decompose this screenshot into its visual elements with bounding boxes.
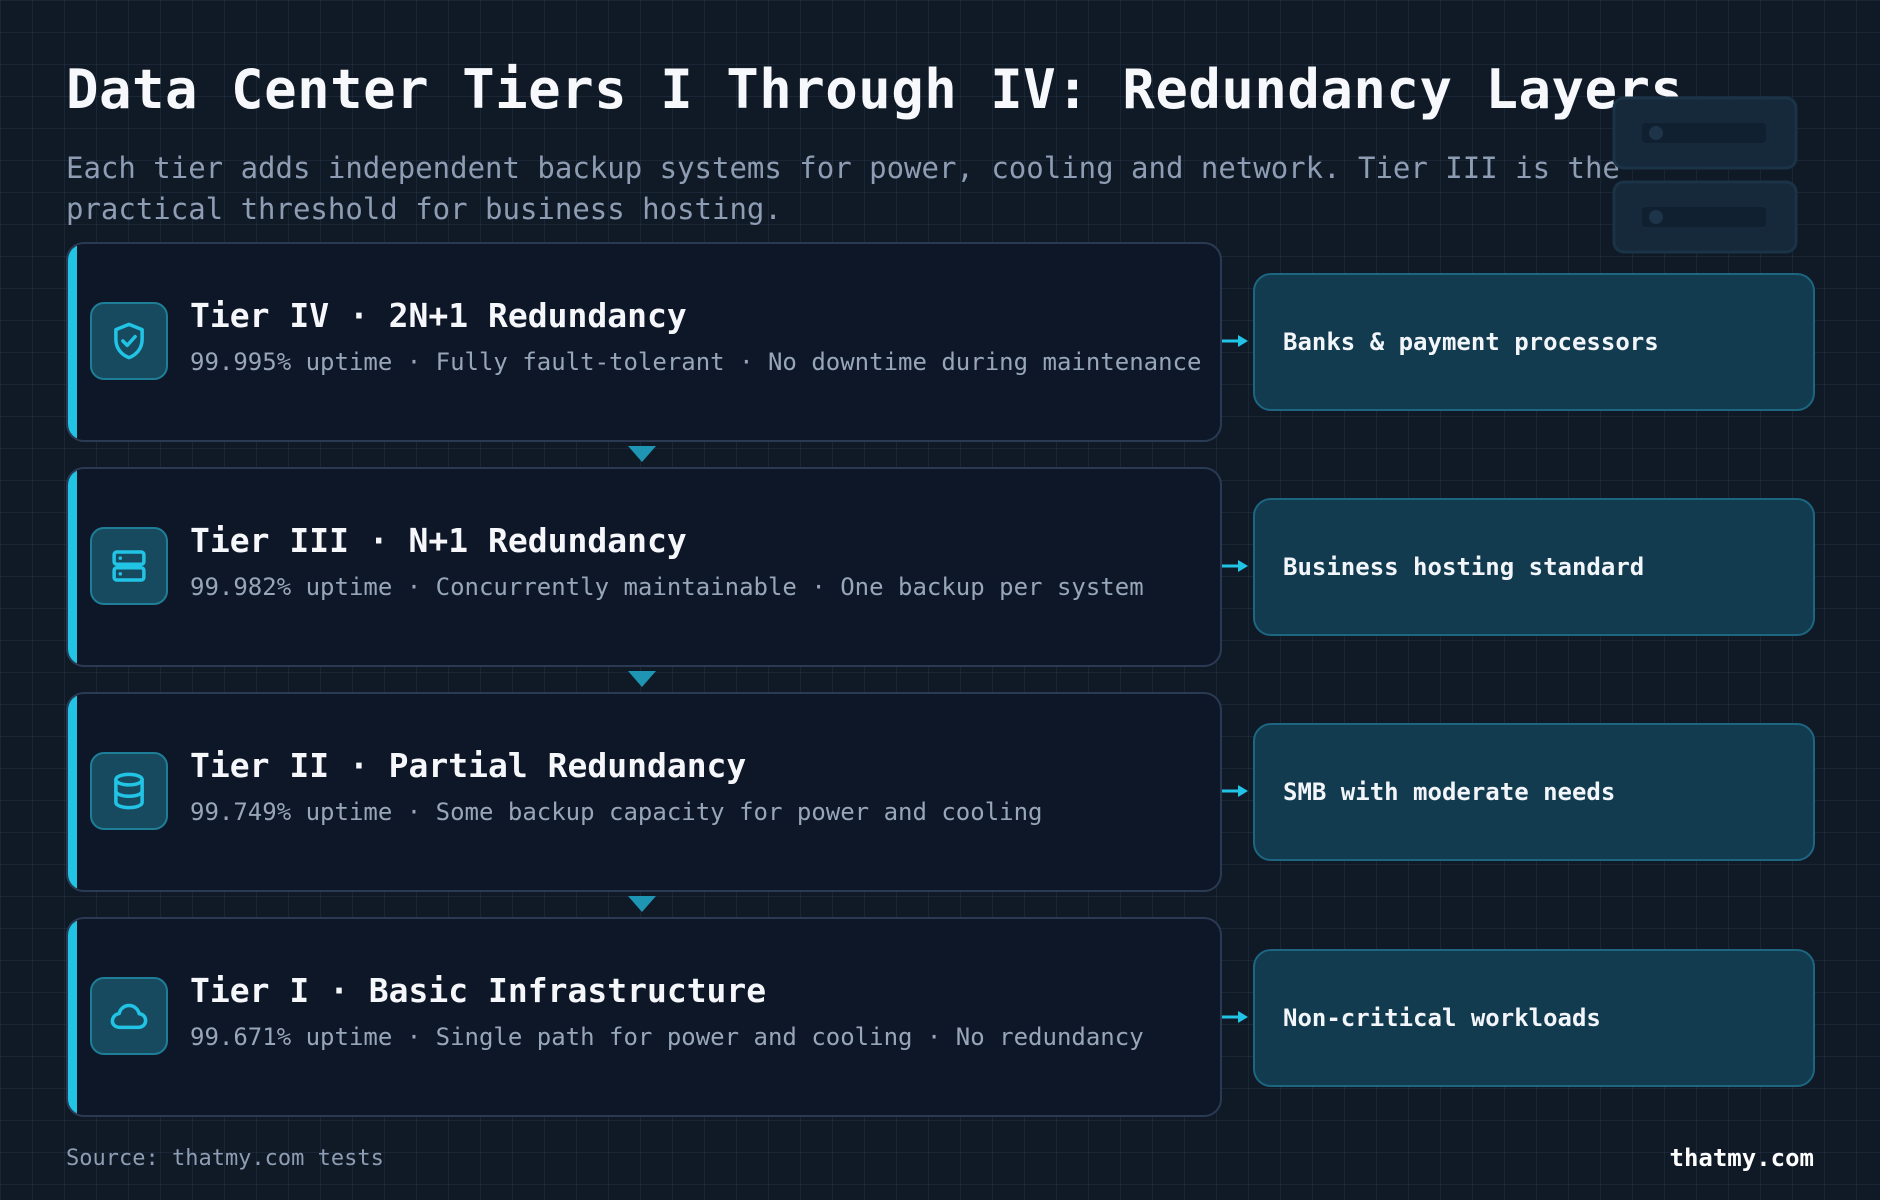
cloud-icon [90,977,168,1055]
arrow-right-icon [1222,560,1248,572]
use-case-card-tier-iii: Business hosting standard [1253,498,1815,636]
tier-detail: 99.995% uptime · Fully fault-tolerant · … [190,348,1202,376]
tier-detail: 99.749% uptime · Some backup capacity fo… [190,798,1043,826]
use-case-label: SMB with moderate needs [1283,778,1616,806]
tier-name: Tier IV · 2N+1 Redundancy [190,296,687,335]
tier-name: Tier II · Partial Redundancy [190,746,747,785]
use-case-label: Non-critical workloads [1283,1004,1601,1032]
use-case-label: Business hosting standard [1283,553,1645,581]
server-rack-icon [1612,96,1798,254]
arrow-down-icon [628,446,656,462]
use-case-card-tier-ii: SMB with moderate needs [1253,723,1815,861]
tier-detail: 99.982% uptime · Concurrently maintainab… [190,573,1144,601]
arrow-right-icon [1222,335,1248,347]
tier-card-tier-ii: Tier II · Partial Redundancy 99.749% upt… [66,692,1222,892]
tier-detail: 99.671% uptime · Single path for power a… [190,1023,1144,1051]
page-title: Data Center Tiers I Through IV: Redundan… [66,58,1684,121]
tier-name: Tier III · N+1 Redundancy [190,521,687,560]
tier-card-tier-iv: Tier IV · 2N+1 Redundancy 99.995% uptime… [66,242,1222,442]
server-icon [90,527,168,605]
database-icon [90,752,168,830]
tier-card-tier-iii: Tier III · N+1 Redundancy 99.982% uptime… [66,467,1222,667]
use-case-card-tier-iv: Banks & payment processors [1253,273,1815,411]
arrow-down-icon [628,671,656,687]
arrow-down-icon [628,896,656,912]
page-subtitle: Each tier adds independent backup system… [66,151,1620,226]
use-case-label: Banks & payment processors [1283,328,1659,356]
shield-check-icon [90,302,168,380]
use-case-card-tier-i: Non-critical workloads [1253,949,1815,1087]
tier-card-tier-i: Tier I · Basic Infrastructure 99.671% up… [66,917,1222,1117]
brand-logo-text: thatmy.com [1669,1144,1815,1172]
tier-name: Tier I · Basic Infrastructure [190,971,767,1010]
arrow-right-icon [1222,1011,1248,1023]
arrow-right-icon [1222,785,1248,797]
source-note: Source: thatmy.com tests [66,1146,384,1171]
